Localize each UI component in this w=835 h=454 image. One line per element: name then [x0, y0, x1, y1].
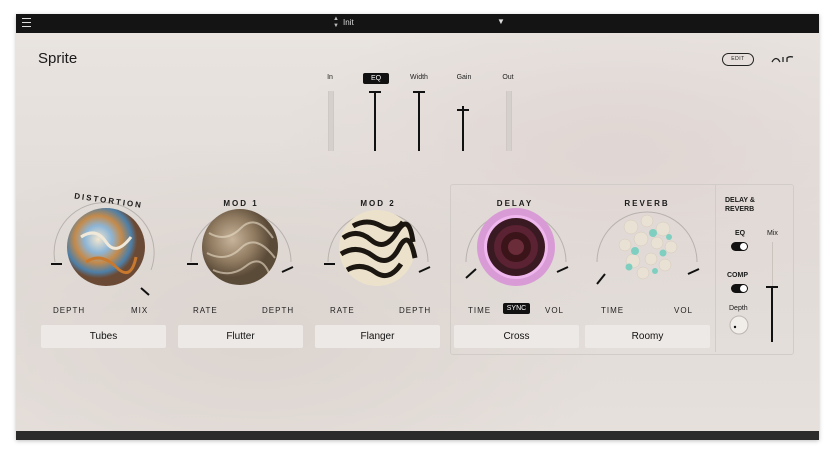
- distortion-preset[interactable]: Tubes: [41, 325, 166, 348]
- preset-dropdown-icon[interactable]: ▼: [497, 17, 505, 26]
- plugin-window: ▲ ▼ Init ▼ Sprite EDIT In EQ Width Gain O…: [16, 14, 819, 440]
- plugin-title: Sprite: [38, 50, 78, 67]
- mix-fader-handle[interactable]: [766, 286, 778, 288]
- reverb-title: REVERB: [624, 199, 670, 208]
- reverb-time-label: TIME: [601, 306, 625, 315]
- bottom-bar: [16, 431, 819, 440]
- mod2-title: MOD 2: [360, 199, 396, 208]
- fader-width-level[interactable]: [418, 92, 420, 151]
- preset-stepper-icon[interactable]: ▲ ▼: [332, 16, 340, 30]
- top-bar: ▲ ▼ Init ▼: [16, 14, 819, 33]
- eq-toggle-label: EQ: [735, 230, 746, 237]
- fader-eq-level[interactable]: [374, 92, 376, 151]
- mod1-orb[interactable]: [201, 208, 279, 286]
- fader-label-width: Width: [410, 74, 428, 81]
- fader-label-out: Out: [502, 74, 514, 81]
- mod2-depth-label: DEPTH: [399, 306, 432, 315]
- delay-reverb-title-line2: REVERB: [725, 206, 755, 213]
- comp-toggle[interactable]: [731, 284, 748, 293]
- distortion-depth-label: DEPTH: [53, 306, 86, 315]
- reverb-orb[interactable]: [607, 207, 687, 287]
- mix-fader-level[interactable]: [771, 286, 773, 342]
- preset-name[interactable]: Init: [343, 18, 354, 27]
- delay-reverb-title-line1: DELAY &: [725, 197, 755, 204]
- fader-width-handle[interactable]: [413, 91, 425, 93]
- mod1-depth-label: DEPTH: [262, 306, 295, 315]
- mix-fader-label: Mix: [767, 230, 778, 237]
- hamburger-menu-icon[interactable]: [22, 18, 31, 28]
- fader-out[interactable]: [506, 91, 512, 151]
- fader-label-in: In: [327, 74, 333, 81]
- fader-in[interactable]: [328, 91, 334, 151]
- mod2-preset[interactable]: Flanger: [315, 325, 440, 348]
- depth-knob[interactable]: [729, 315, 749, 335]
- mod1-title: MOD 1: [223, 199, 259, 208]
- eq-toggle[interactable]: [731, 242, 748, 251]
- mod2-orb[interactable]: [337, 208, 418, 288]
- delay-sync-button[interactable]: SYNC: [503, 303, 530, 314]
- mod1-rate-label: RATE: [193, 306, 218, 315]
- comp-toggle-label: COMP: [727, 272, 748, 279]
- section-divider: [715, 185, 716, 352]
- distortion-mix-label: MIX: [131, 306, 149, 315]
- fader-label-gain: Gain: [456, 74, 472, 81]
- fader-eq-handle[interactable]: [369, 91, 381, 93]
- reverb-preset[interactable]: Roomy: [585, 325, 710, 348]
- delay-preset[interactable]: Cross: [454, 325, 579, 348]
- air-logo-icon: [771, 56, 794, 63]
- delay-title: DELAY: [496, 199, 534, 208]
- mod2-rate-label: RATE: [330, 306, 355, 315]
- distortion-orb[interactable]: [66, 207, 146, 287]
- fader-gain-level[interactable]: [462, 106, 464, 151]
- depth-knob-label: Depth: [729, 305, 748, 312]
- delay-vol-label: VOL: [545, 306, 565, 315]
- delay-time-label: TIME: [468, 306, 492, 315]
- delay-reverb-title: DELAY & REVERB: [725, 196, 755, 214]
- fader-label-eq[interactable]: EQ: [363, 73, 389, 84]
- delay-orb[interactable]: [476, 207, 556, 287]
- mod1-preset[interactable]: Flutter: [178, 325, 303, 348]
- reverb-vol-label: VOL: [674, 306, 694, 315]
- fader-gain-handle[interactable]: [457, 109, 469, 111]
- edit-button[interactable]: EDIT: [722, 53, 754, 66]
